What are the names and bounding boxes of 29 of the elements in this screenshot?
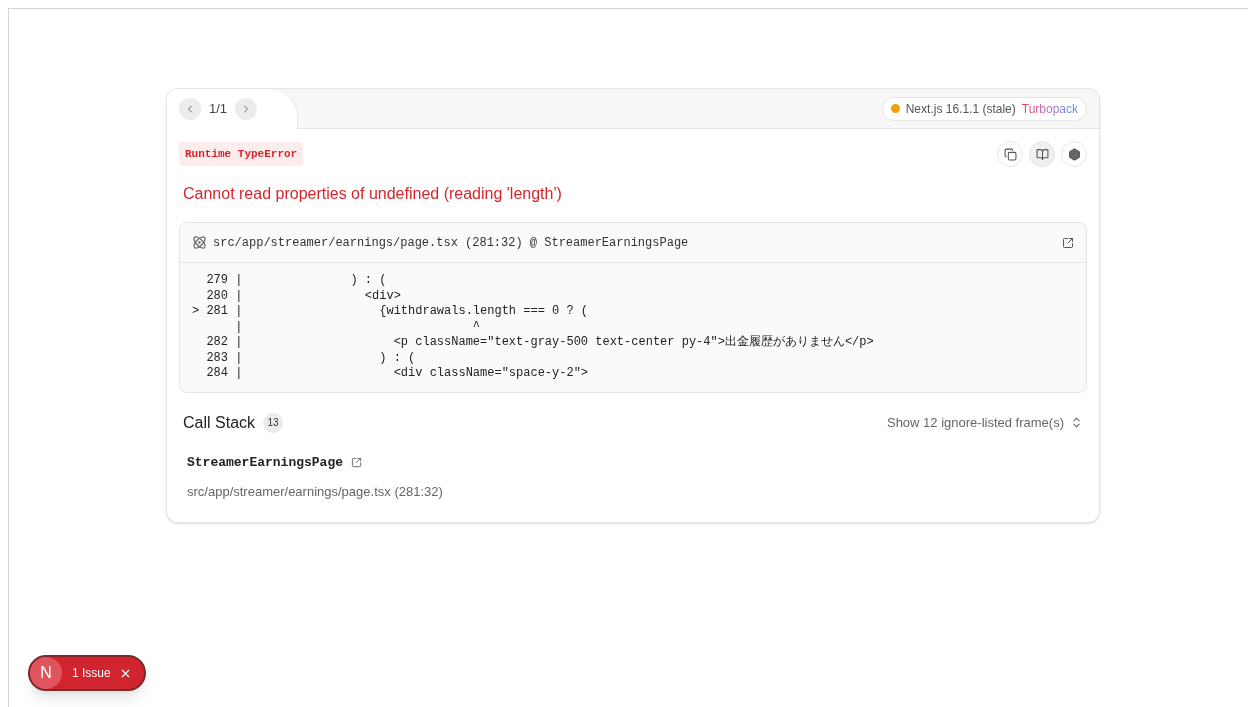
error-message: Cannot read properties of undefined (reading 'length') xyxy=(183,184,563,204)
chevron-up-down-icon xyxy=(1070,416,1083,429)
external-link-icon xyxy=(351,456,363,468)
code-line: 280 | <div> xyxy=(205,288,402,304)
ignore-listed-toggle[interactable]: Show 12 ignore-listed frame(s) xyxy=(886,412,1083,433)
frame-name: StreamerEarningsPage xyxy=(187,453,344,472)
code-line: 283 | ) : ( xyxy=(205,350,417,366)
code-line: 279 | ) : ( xyxy=(205,273,388,289)
version-text: Next.js 16.1.1 (stale) xyxy=(905,100,1016,118)
code-line: 284 | <div className="space-y-2"> xyxy=(205,366,590,382)
code-line: 282 | <p className="text-gray-500 text-center py-4">出金履歴がありません</p> xyxy=(205,335,875,351)
issues-button[interactable]: 1 Issue xyxy=(72,664,111,682)
code-line: | ^ xyxy=(234,319,482,335)
frame-location: src/app/streamer/earnings/page.tsx (281:32) xyxy=(187,483,444,501)
code-frame-file: src/app/streamer/earnings/page.tsx (281:32) @ StreamerEarningsPage xyxy=(213,234,689,252)
react-icon xyxy=(192,235,207,250)
error-type-label: Runtime TypeError xyxy=(179,141,304,167)
pager-count: 1/1 xyxy=(209,100,228,119)
frame-count: 13 xyxy=(263,412,284,433)
call-stack-title: Call Stack xyxy=(183,412,256,433)
hexagon-icon xyxy=(1067,147,1081,161)
external-link-icon xyxy=(1062,236,1074,249)
book-icon xyxy=(1035,147,1049,161)
docs-button[interactable] xyxy=(1029,141,1055,167)
code-line: > 281 | {withdrawals.length === 0 ? ( xyxy=(192,304,590,320)
open-in-editor-button[interactable] xyxy=(1062,236,1074,249)
copy-icon xyxy=(1003,147,1017,161)
open-frame-button[interactable] xyxy=(351,456,363,468)
next-logo: N xyxy=(30,657,62,689)
